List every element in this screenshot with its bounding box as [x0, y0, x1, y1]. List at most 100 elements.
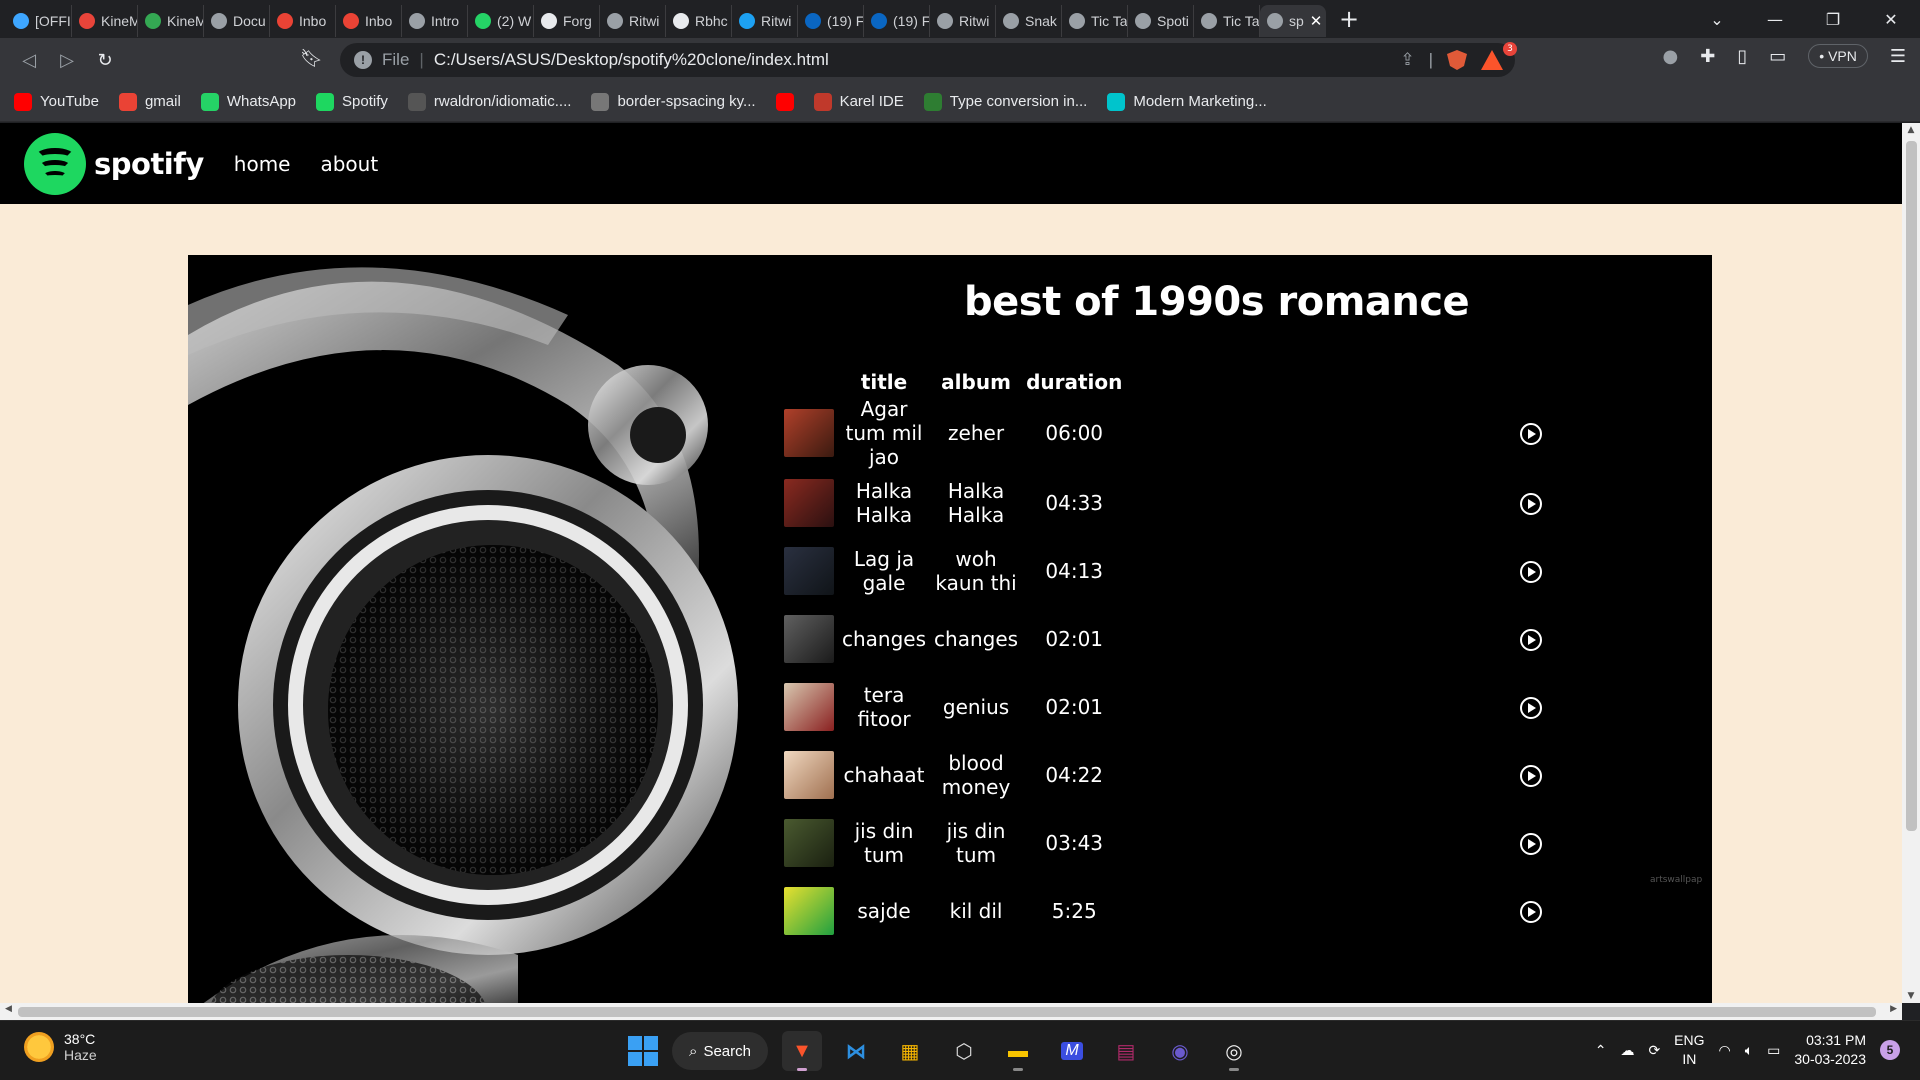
scroll-left-arrow-icon[interactable]: ◀ — [5, 1004, 12, 1014]
unity-icon[interactable]: ⬡ — [944, 1031, 984, 1071]
browser-tab[interactable]: Inbo — [336, 5, 402, 37]
globe-icon — [1069, 13, 1085, 29]
bookmark-item[interactable]: WhatsApp — [200, 92, 296, 111]
language-indicator[interactable]: ENG IN — [1674, 1031, 1704, 1069]
scroll-up-arrow-icon[interactable]: ▲ — [1902, 125, 1920, 135]
back-button[interactable]: ◁ — [10, 42, 48, 78]
brave-shield-icon[interactable] — [1447, 50, 1467, 70]
browser-tab[interactable]: (19) F — [864, 5, 930, 37]
tab-active[interactable]: sp ✕ — [1260, 5, 1326, 37]
windows-start-icon[interactable] — [628, 1036, 658, 1066]
browser-tab[interactable]: (2) W — [468, 5, 534, 37]
volume-icon[interactable]: 🔈︎ — [1745, 1042, 1753, 1059]
album-cover-image — [784, 819, 834, 867]
tab-search-chevron-icon[interactable]: ⌄ — [1688, 10, 1746, 29]
taskbar-search-button[interactable]: ⌕ Search — [672, 1032, 768, 1070]
browser-tab[interactable]: Tic Ta — [1194, 5, 1260, 37]
browser-tab[interactable]: KineM — [72, 5, 138, 37]
sync-icon[interactable]: ⟳ — [1648, 1042, 1660, 1059]
bookmark-item[interactable]: YouTube — [14, 92, 99, 111]
browser-tab[interactable]: Ritwi — [600, 5, 666, 37]
reload-button[interactable]: ↻ — [86, 42, 124, 78]
play-button-icon[interactable] — [1520, 765, 1543, 788]
spotify-logo[interactable]: spotify — [24, 132, 204, 195]
bookmark-item[interactable]: Modern Marketing... — [1107, 92, 1267, 111]
new-tab-button[interactable]: + — [1332, 3, 1366, 35]
play-button-icon[interactable] — [1520, 561, 1543, 584]
browser-tab[interactable]: Docu — [204, 5, 270, 37]
mathway-icon[interactable]: M — [1052, 1031, 1092, 1071]
play-button-icon[interactable] — [1520, 629, 1543, 652]
wallet-icon[interactable]: ● — [1663, 46, 1679, 67]
restore-button[interactable]: ❐ — [1804, 10, 1862, 29]
bookmark-icon[interactable]: 🔖︎ — [300, 48, 323, 69]
weather-widget[interactable]: 38°C Haze — [24, 1031, 97, 1063]
tab-label: Docu — [233, 13, 266, 29]
extensions-icon[interactable]: ✚ — [1700, 46, 1715, 67]
info-icon[interactable]: ! — [354, 51, 372, 69]
bookmark-item[interactable]: Spotify — [316, 92, 388, 111]
bookmark-item[interactable]: Type conversion in... — [923, 92, 1087, 111]
bookmark-item[interactable]: gmail — [118, 92, 181, 111]
browser-tab[interactable]: Forg — [534, 5, 600, 37]
share-icon[interactable]: ⇪ — [1400, 50, 1414, 70]
browser-tab[interactable]: Tic Ta — [1062, 5, 1128, 37]
close-window-button[interactable]: ✕ — [1862, 10, 1920, 29]
vertical-scroll-thumb[interactable] — [1906, 141, 1917, 831]
row-spacer — [1126, 397, 1516, 469]
browser-tab[interactable]: (19) F — [798, 5, 864, 37]
wifi-icon[interactable]: ◠ — [1719, 1042, 1731, 1059]
header-play — [1516, 367, 1546, 397]
winrar-icon[interactable]: ▤ — [1106, 1031, 1146, 1071]
bookmark-label: YouTube — [40, 93, 99, 110]
show-hidden-icons-chevron-icon[interactable]: ⌃ — [1595, 1042, 1607, 1059]
browser-tab[interactable]: Inbo — [270, 5, 336, 37]
url-text[interactable]: C:/Users/ASUS/Desktop/spotify%20clone/in… — [434, 50, 829, 70]
forward-button[interactable]: ▷ — [48, 42, 86, 78]
browser-tab[interactable]: KineM — [138, 5, 204, 37]
browser-tab[interactable]: Intro — [402, 5, 468, 37]
browser-tab[interactable]: Ritwi — [930, 5, 996, 37]
browser-tab[interactable]: Ritwi — [732, 5, 798, 37]
horizontal-scroll-thumb[interactable] — [18, 1007, 1876, 1017]
brave-browser-icon[interactable]: ▼ — [782, 1031, 822, 1071]
battery-icon[interactable]: ▭ — [1767, 1042, 1780, 1059]
microsoft-store-icon[interactable]: ▦ — [890, 1031, 930, 1071]
nav-home-link[interactable]: home — [234, 152, 291, 176]
globe-icon — [1201, 13, 1217, 29]
nav-about-link[interactable]: about — [320, 152, 378, 176]
vscode-icon[interactable]: ⋈ — [836, 1031, 876, 1071]
browser-tab[interactable]: Spoti — [1128, 5, 1194, 37]
menu-icon[interactable]: ☰ — [1890, 46, 1906, 67]
horizontal-scrollbar[interactable]: ◀ ▶ — [0, 1003, 1902, 1020]
obs-icon[interactable]: ◎ — [1214, 1031, 1254, 1071]
bookmark-item[interactable]: border-spsacing ky... — [591, 92, 756, 111]
play-button-icon[interactable] — [1520, 833, 1543, 856]
globe-icon — [607, 13, 623, 29]
scroll-down-arrow-icon[interactable]: ▼ — [1902, 991, 1920, 1001]
sidebar-icon[interactable]: ▯ — [1737, 46, 1747, 67]
bookmark-item[interactable]: rwaldron/idiomatic.... — [407, 92, 571, 111]
vpn-button[interactable]: • VPN — [1808, 44, 1868, 68]
minimize-button[interactable]: — — [1746, 10, 1804, 29]
brave-rewards-icon[interactable] — [1481, 50, 1503, 70]
play-button-icon[interactable] — [1520, 697, 1543, 720]
play-button-icon[interactable] — [1520, 423, 1543, 446]
vertical-scrollbar[interactable]: ▲ ▼ — [1902, 123, 1920, 1003]
file-explorer-icon[interactable]: ▬ — [998, 1031, 1038, 1071]
onedrive-cloud-icon[interactable]: ☁ — [1620, 1042, 1634, 1059]
bookmark-item[interactable] — [775, 92, 794, 111]
eclipse-icon[interactable]: ◉ — [1160, 1031, 1200, 1071]
browser-tab[interactable]: [OFFI — [6, 5, 72, 37]
bookmark-item[interactable]: Karel IDE — [813, 92, 904, 111]
leo-icon[interactable]: ▭ — [1769, 46, 1786, 67]
close-tab-icon[interactable]: ✕ — [1310, 12, 1323, 30]
notification-badge[interactable]: 5 — [1880, 1040, 1900, 1060]
scroll-right-arrow-icon[interactable]: ▶ — [1890, 1004, 1897, 1014]
play-button-icon[interactable] — [1520, 901, 1543, 924]
browser-tab[interactable]: Rbhc — [666, 5, 732, 37]
browser-tab[interactable]: Snak — [996, 5, 1062, 37]
play-button-icon[interactable] — [1520, 493, 1543, 516]
address-bar[interactable]: ! File | C:/Users/ASUS/Desktop/spotify%2… — [340, 43, 1515, 77]
clock[interactable]: 03:31 PM 30-03-2023 — [1794, 1031, 1866, 1069]
